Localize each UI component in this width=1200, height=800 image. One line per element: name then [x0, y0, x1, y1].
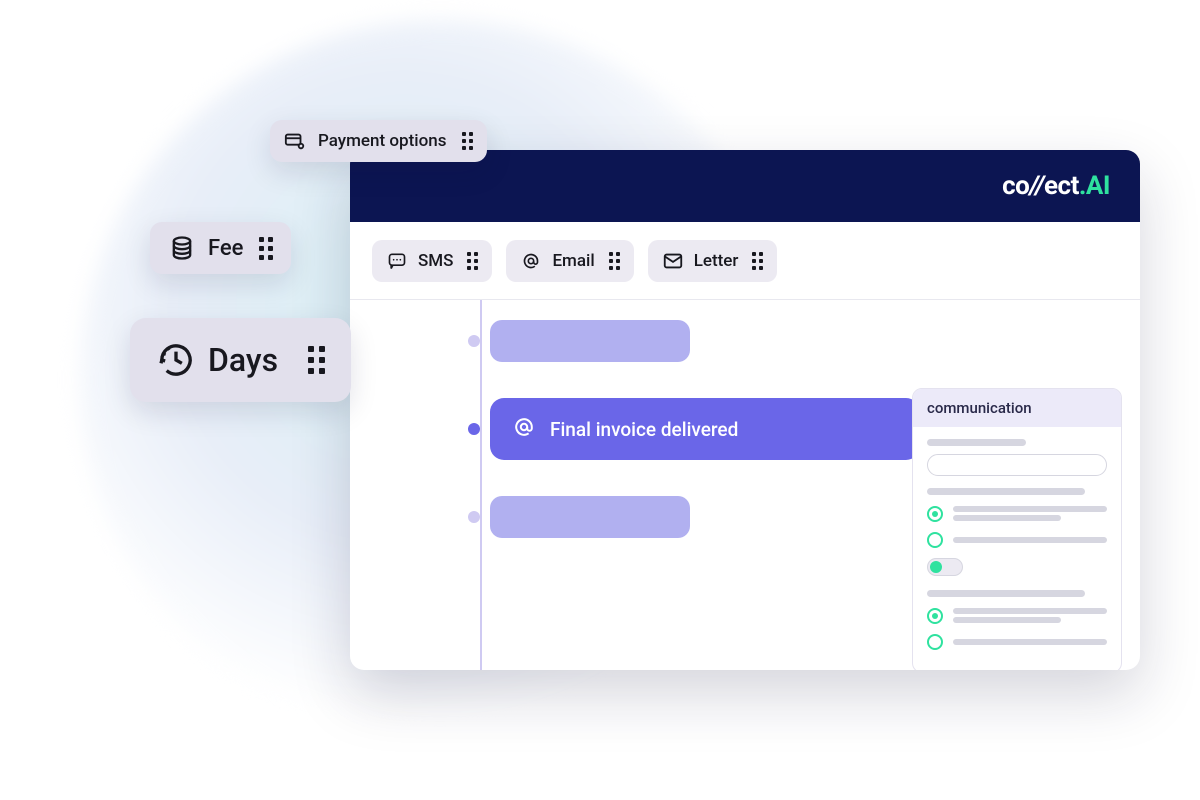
timeline-main-event[interactable]: Final invoice delivered: [490, 398, 920, 460]
brand-logo: co//ect.AI: [1002, 171, 1110, 201]
panel-radio-option[interactable]: [927, 605, 1107, 626]
radio-icon[interactable]: [927, 506, 943, 522]
panel-radio-option[interactable]: [927, 532, 1107, 548]
app-window: co//ect.AI SMS Email Letter: [350, 150, 1140, 670]
panel-title: communication: [913, 389, 1121, 427]
drag-grip-icon[interactable]: [462, 132, 473, 150]
drag-grip-icon[interactable]: [308, 346, 325, 374]
timeline-node: [468, 511, 480, 523]
email-chip[interactable]: Email: [506, 240, 633, 282]
sms-label: SMS: [418, 251, 453, 271]
drag-grip-icon[interactable]: [609, 252, 620, 270]
fee-chip[interactable]: Fee: [150, 222, 291, 274]
timeline-node: [468, 335, 480, 347]
at-icon: [520, 250, 542, 272]
placeholder-text: [953, 534, 1107, 546]
card-settings-icon: [284, 130, 306, 152]
brand-slash: //: [1029, 171, 1044, 201]
radio-icon[interactable]: [927, 634, 943, 650]
sms-icon: [386, 250, 408, 272]
panel-body: [913, 427, 1121, 650]
panel-radio-option[interactable]: [927, 503, 1107, 524]
communication-panel: communication: [912, 388, 1122, 670]
payment-options-chip[interactable]: Payment options: [270, 120, 487, 162]
timeline-event-placeholder[interactable]: [490, 320, 690, 362]
radio-icon[interactable]: [927, 608, 943, 624]
placeholder-line: [927, 590, 1085, 597]
channel-toolbar: SMS Email Letter: [350, 222, 1140, 300]
drag-grip-icon[interactable]: [467, 252, 478, 270]
sms-chip[interactable]: SMS: [372, 240, 492, 282]
panel-toggle[interactable]: [927, 558, 963, 576]
timeline-node: [468, 423, 480, 435]
panel-input[interactable]: [927, 454, 1107, 476]
brand-dot: .: [1079, 171, 1086, 201]
timeline-step-1[interactable]: [430, 320, 1140, 362]
brand-part1: co: [1002, 171, 1029, 201]
placeholder-text: [953, 636, 1107, 648]
placeholder-line: [927, 439, 1026, 446]
placeholder-text: [953, 503, 1107, 524]
drag-grip-icon[interactable]: [259, 237, 273, 260]
timeline-event-placeholder[interactable]: [490, 496, 690, 538]
payment-options-label: Payment options: [318, 131, 446, 151]
days-chip[interactable]: Days: [130, 318, 351, 402]
letter-label: Letter: [694, 251, 739, 271]
brand-suffix: AI: [1086, 171, 1110, 201]
clock-history-icon: [156, 340, 196, 380]
radio-icon[interactable]: [927, 532, 943, 548]
fee-label: Fee: [208, 236, 243, 261]
brand-part2: ect: [1044, 171, 1079, 201]
panel-radio-option[interactable]: [927, 634, 1107, 650]
days-label: Days: [208, 341, 278, 379]
letter-chip[interactable]: Letter: [648, 240, 778, 282]
placeholder-line: [927, 488, 1085, 495]
email-label: Email: [552, 251, 594, 271]
placeholder-text: [953, 605, 1107, 626]
at-icon: [512, 415, 536, 444]
drag-grip-icon[interactable]: [752, 252, 763, 270]
timeline-main-event-label: Final invoice delivered: [550, 418, 738, 441]
envelope-icon: [662, 250, 684, 272]
coins-icon: [168, 234, 196, 262]
